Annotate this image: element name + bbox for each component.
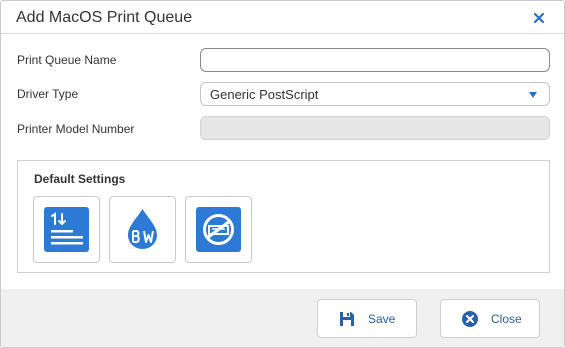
save-button-label: Save — [368, 312, 396, 326]
chevron-down-icon — [529, 92, 537, 98]
driver-type-label: Driver Type — [17, 87, 79, 101]
queue-name-input[interactable] — [200, 48, 550, 72]
default-settings-title: Default Settings — [34, 172, 126, 186]
sort-order-icon — [44, 207, 89, 252]
sort-order-tile[interactable] — [33, 196, 100, 263]
save-button[interactable]: Save — [317, 299, 417, 338]
dialog-title: Add MacOS Print Queue — [16, 9, 193, 26]
queue-name-label: Print Queue Name — [17, 53, 117, 67]
model-number-label: Printer Model Number — [17, 122, 135, 136]
close-icon[interactable] — [530, 9, 548, 27]
dialog-titlebar: Add MacOS Print Queue — [1, 1, 564, 34]
add-print-queue-dialog: Add MacOS Print Queue Print Queue Name D… — [0, 0, 565, 348]
model-number-input — [200, 116, 550, 140]
close-circle-icon — [462, 311, 478, 327]
black-white-tile[interactable] — [109, 196, 176, 263]
driver-type-select[interactable]: Generic PostScript — [200, 82, 550, 106]
black-white-ink-icon — [128, 209, 157, 249]
close-button[interactable]: Close — [440, 299, 540, 338]
no-staple-tile[interactable] — [185, 196, 252, 263]
save-icon — [340, 312, 354, 326]
driver-type-value: Generic PostScript — [210, 87, 319, 102]
no-staple-icon — [196, 207, 241, 252]
dialog-footer: Save Close — [1, 289, 564, 347]
default-settings-panel: Default Settings — [17, 160, 550, 273]
close-button-label: Close — [491, 312, 522, 326]
